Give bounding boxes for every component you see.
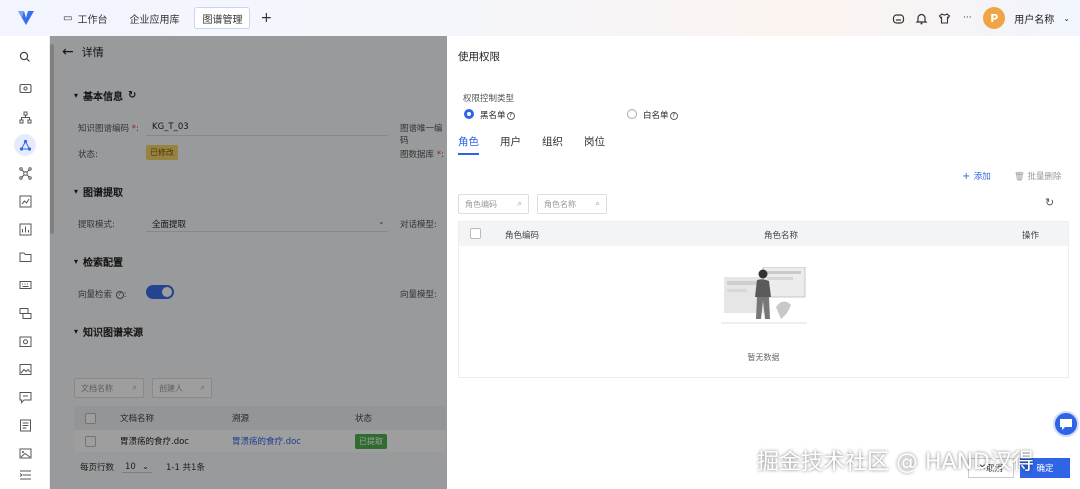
help-icon: ? [669,111,678,120]
robot-icon[interactable] [891,11,905,25]
col-actions: 操作 [1022,231,1040,241]
role-name-search[interactable]: 角色名称 ⌕ [537,194,607,214]
keyboard-icon[interactable] [16,276,34,294]
role-table-header: 角色编码 角色名称 操作 [459,222,1068,246]
assistant-float-button[interactable] [1053,411,1079,437]
topbar-right: ··· P 用户名称 ⌄ [891,7,1070,29]
refresh-icon[interactable]: ↻ [1045,196,1054,209]
message-icon[interactable] [16,388,34,406]
folder-icon[interactable] [16,248,34,266]
app-logo[interactable] [16,8,36,28]
avatar[interactable]: P [983,7,1006,29]
tab-graph-management[interactable]: 图谱管理 [194,7,251,29]
user-name[interactable]: 用户名称 [1014,11,1054,26]
image-icon[interactable] [16,360,34,378]
shirt-icon[interactable] [937,11,951,25]
empty-illustration [721,266,807,325]
bell-icon[interactable] [914,11,928,25]
empty-text: 暂无数据 [747,353,780,362]
whitelist-radio[interactable] [627,109,637,119]
tab-role[interactable]: 角色 [458,134,479,155]
add-button[interactable]: + 添加 [962,170,991,182]
role-code-search[interactable]: 角色编码 ⌕ [458,194,529,214]
hierarchy-icon[interactable] [16,108,34,126]
tab-position[interactable]: 岗位 [584,134,605,155]
trash-icon: 🗑 [1014,172,1028,182]
plus-icon: + [962,171,974,182]
chevron-down-icon[interactable]: ⌄ [1063,14,1070,23]
menu-collapse-icon[interactable] [16,466,34,484]
more-icon[interactable]: ··· [960,11,974,25]
gallery-icon[interactable] [16,444,34,462]
modal-overlay[interactable] [50,36,447,489]
search-icon: ⌕ [517,199,522,208]
network-icon[interactable] [16,164,34,182]
col-role-name: 角色名称 [764,231,799,241]
permission-tabs: 角色 用户 组织 岗位 [458,134,626,155]
search-icon: ⌕ [595,199,600,208]
blacklist-option[interactable]: 黑名单? [480,109,515,121]
document-icon[interactable] [16,416,34,434]
role-name-placeholder: 角色名称 [544,199,576,209]
layers-icon[interactable] [16,304,34,322]
top-bar: ▭ 工作台 企业应用库 图谱管理 + ··· P 用户名称 ⌄ [0,0,1080,36]
role-table: 角色编码 角色名称 操作 暂无数据 [458,221,1069,378]
search-icon[interactable] [16,48,34,66]
help-icon: ? [506,111,515,120]
tab-user[interactable]: 用户 [500,134,521,155]
sidebar [0,36,50,489]
blacklist-radio[interactable] [464,109,474,119]
tab-enterprise-apps[interactable]: 企业应用库 [122,7,186,29]
col-role-code: 角色编码 [505,231,540,241]
drawer-title: 使用权限 [458,51,500,63]
add-tab-button[interactable]: + [260,10,272,26]
tab-graph-management-label: 图谱管理 [202,14,243,26]
package-icon[interactable] [16,332,34,350]
permission-drawer: 使用权限 权限控制类型 黑名单? 白名单? 角色 用户 组织 岗位 + 添加 🗑… [447,36,1080,489]
report-icon[interactable] [16,220,34,238]
batch-delete-button[interactable]: 🗑 批量删除 [1014,170,1062,182]
role-code-placeholder: 角色编码 [465,199,497,209]
chart-icon[interactable] [16,192,34,210]
screen-icon[interactable] [16,80,34,98]
tab-workbench-label: 工作台 [77,14,108,26]
whitelist-option[interactable]: 白名单? [643,109,678,121]
select-all-checkbox[interactable] [470,228,481,239]
tab-org[interactable]: 组织 [542,134,563,155]
watermark: 掘金技术社区 @ HAND汉得 [757,450,1034,475]
knowledge-graph-icon[interactable] [14,134,36,156]
chat-icon [1060,419,1072,430]
tab-enterprise-apps-label: 企业应用库 [129,14,180,26]
tab-workbench[interactable]: ▭ 工作台 [56,7,114,29]
monitor-icon: ▭ [63,12,73,24]
permission-type-label: 权限控制类型 [463,94,515,104]
